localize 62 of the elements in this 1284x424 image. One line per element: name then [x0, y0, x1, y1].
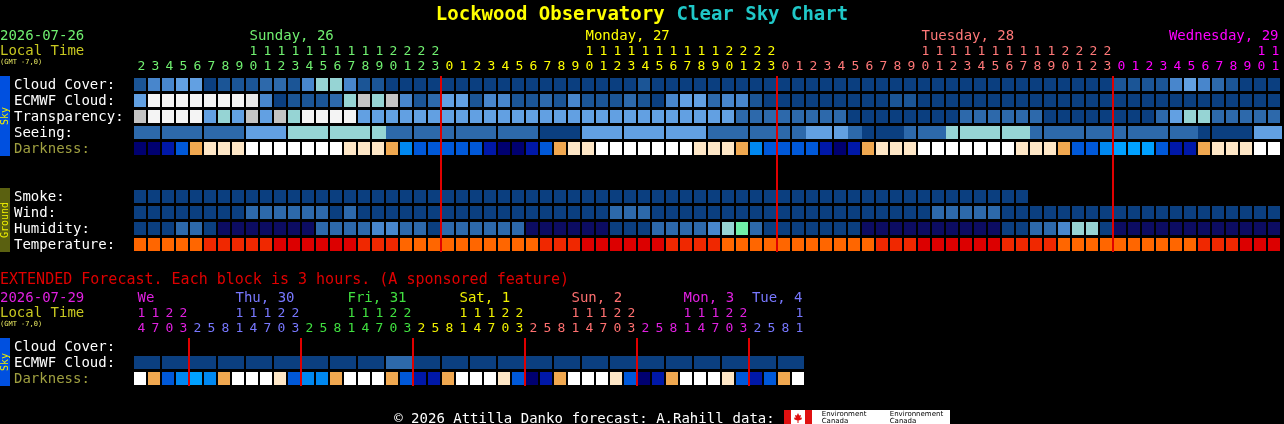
row-label: Transparency:	[14, 108, 125, 124]
date-text: 2026-07-29	[0, 290, 86, 305]
chart-title: Clear Sky Chart	[676, 2, 849, 24]
hour-tens: 1 1 1 2 2	[235, 305, 299, 320]
canada-flag-icon	[783, 410, 812, 424]
hour-units: 2 5 8 1 4 7 0 3	[641, 320, 747, 335]
hour-units: 2 3 4 5 6 7 8 9 0 1 2 3 4 5 6 7 8 9 0 1 2 3	[137, 58, 439, 73]
hour-tens: 1 1 1 1 1 1 1 1 1 1 2 2 2 2	[921, 43, 1111, 58]
day-label: Sun, 2	[571, 290, 624, 305]
row-label: Smoke:	[14, 188, 66, 204]
day-label: Sunday, 26	[249, 28, 335, 43]
row-label: Wind:	[14, 204, 58, 220]
day-label: Tuesday, 28	[921, 28, 1016, 43]
day-divider-line	[188, 338, 190, 386]
row-label: Cloud Cover:	[14, 76, 117, 92]
hour-tens: 1 1 1 2 2	[347, 305, 411, 320]
date-text: 2026-07-26	[0, 28, 86, 43]
day-divider-line	[748, 338, 750, 386]
local-time-label: Local Time	[0, 305, 86, 320]
day-label: Wednesday, 29	[1168, 28, 1279, 43]
hour-tens: 1 1 1 2 2	[459, 305, 523, 320]
day-divider-line	[636, 338, 638, 386]
day-label: Sat, 1	[459, 290, 512, 305]
hour-units: 2 5 8 1 4 7 0 3	[305, 320, 411, 335]
row-label: ECMWF Cloud:	[14, 354, 117, 370]
hour-tens: 1 1 2 2	[137, 305, 187, 320]
day-divider-line	[524, 338, 526, 386]
extended-heading: EXTENDED Forecast. Each block is 3 hours. (A sponsored feature)	[0, 271, 570, 287]
row-label: Seeing:	[14, 124, 74, 140]
row-label: Humidity:	[14, 220, 91, 236]
hour-units: 0 1 2 3 4 5 6 7 8 9 0 1 2 3 4 5 6 7 8 9 0 1 2 3	[445, 58, 775, 73]
day-label: Fri, 31	[347, 290, 408, 305]
hour-tens: 1	[795, 305, 803, 320]
footer-text: forecast: A.Rahill	[571, 410, 724, 424]
hour-tens: 1 1 1 2 2	[571, 305, 635, 320]
day-divider-line	[300, 338, 302, 386]
hour-units: 2 5 8 1 4 7 0 3	[417, 320, 523, 335]
hour-tens: 1 1 1 1 1 1 1 1 1 1 2 2 2 2	[585, 43, 775, 58]
row-label: ECMWF Cloud:	[14, 92, 117, 108]
footer-text: © 2026 Attilla Danko	[394, 410, 563, 424]
hour-units: 0 1 2 3 4 5 6 7 8 9 0 1	[1117, 58, 1279, 73]
hour-tens: 1 1	[1257, 43, 1279, 58]
hour-tens: 1 1 1 1 1 1 1 1 1 1 2 2 2 2	[249, 43, 439, 58]
row-label: Darkness:	[14, 140, 91, 156]
day-divider-line	[412, 338, 414, 386]
hour-tens: 1 1 1 2 2	[683, 305, 747, 320]
hour-units: 2 5 8 1	[753, 320, 803, 335]
hour-units: 2 5 8 1 4 7 0 3	[529, 320, 635, 335]
hour-units: 0 1 2 3 4 5 6 7 8 9 0 1 2 3 4 5 6 7 8 9 0 1 2 3	[781, 58, 1111, 73]
site-title: Lockwood Observatory	[435, 2, 665, 24]
hour-units: 2 5 8 1 4 7 0 3	[193, 320, 299, 335]
hour-units: 4 7 0 3	[137, 320, 187, 335]
day-label: Thu, 30	[235, 290, 296, 305]
local-time-label: Local Time	[0, 43, 86, 58]
day-label: Mon, 3	[683, 290, 736, 305]
row-label: Temperature:	[14, 236, 117, 252]
row-label: Cloud Cover:	[14, 338, 117, 354]
footer-text: data:	[732, 410, 775, 424]
row-label: Darkness:	[14, 370, 91, 386]
day-label: Monday, 27	[585, 28, 671, 43]
day-label: We	[137, 290, 156, 305]
day-label: Tue, 4	[751, 290, 803, 305]
